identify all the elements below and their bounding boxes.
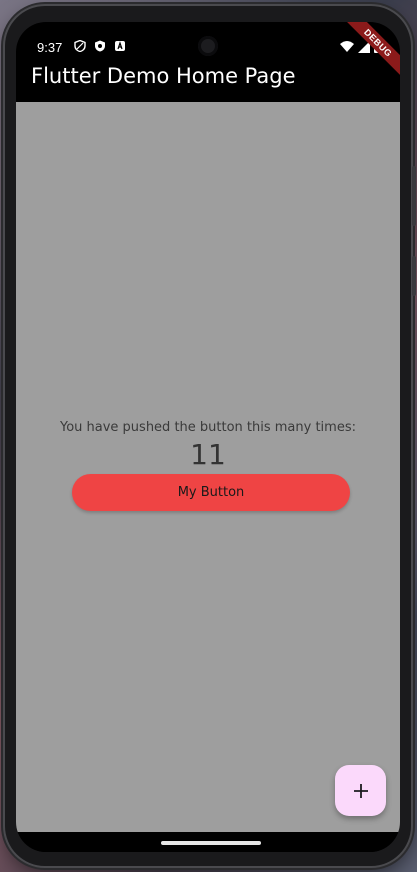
phone-frame: 9:37 DEBUG Flutter Demo Home Page You ha… bbox=[5, 6, 416, 866]
counter-label: You have pushed the button this many tim… bbox=[59, 420, 356, 435]
home-indicator[interactable] bbox=[161, 841, 261, 845]
wifi-icon bbox=[340, 40, 354, 52]
status-icons-left bbox=[74, 40, 126, 52]
plus-icon bbox=[353, 783, 368, 798]
increment-fab[interactable] bbox=[335, 765, 386, 816]
app-notification-icon bbox=[115, 41, 125, 51]
my-button[interactable]: My Button bbox=[72, 474, 350, 511]
power-button bbox=[412, 256, 416, 296]
navigation-bar bbox=[16, 832, 400, 852]
home-body: You have pushed the button this many tim… bbox=[16, 102, 400, 832]
phone-screen: 9:37 DEBUG Flutter Demo Home Page You ha… bbox=[16, 22, 400, 852]
shield-icon bbox=[74, 40, 86, 52]
status-time: 9:37 bbox=[37, 40, 63, 55]
vpn-badge-icon bbox=[95, 40, 105, 52]
app-bar: Flutter Demo Home Page bbox=[16, 62, 400, 102]
status-bar: 9:37 bbox=[16, 22, 400, 62]
counter-value: 11 bbox=[190, 438, 226, 471]
volume-button bbox=[412, 166, 416, 226]
front-camera bbox=[198, 36, 218, 56]
app-bar-title: Flutter Demo Home Page bbox=[31, 64, 296, 88]
